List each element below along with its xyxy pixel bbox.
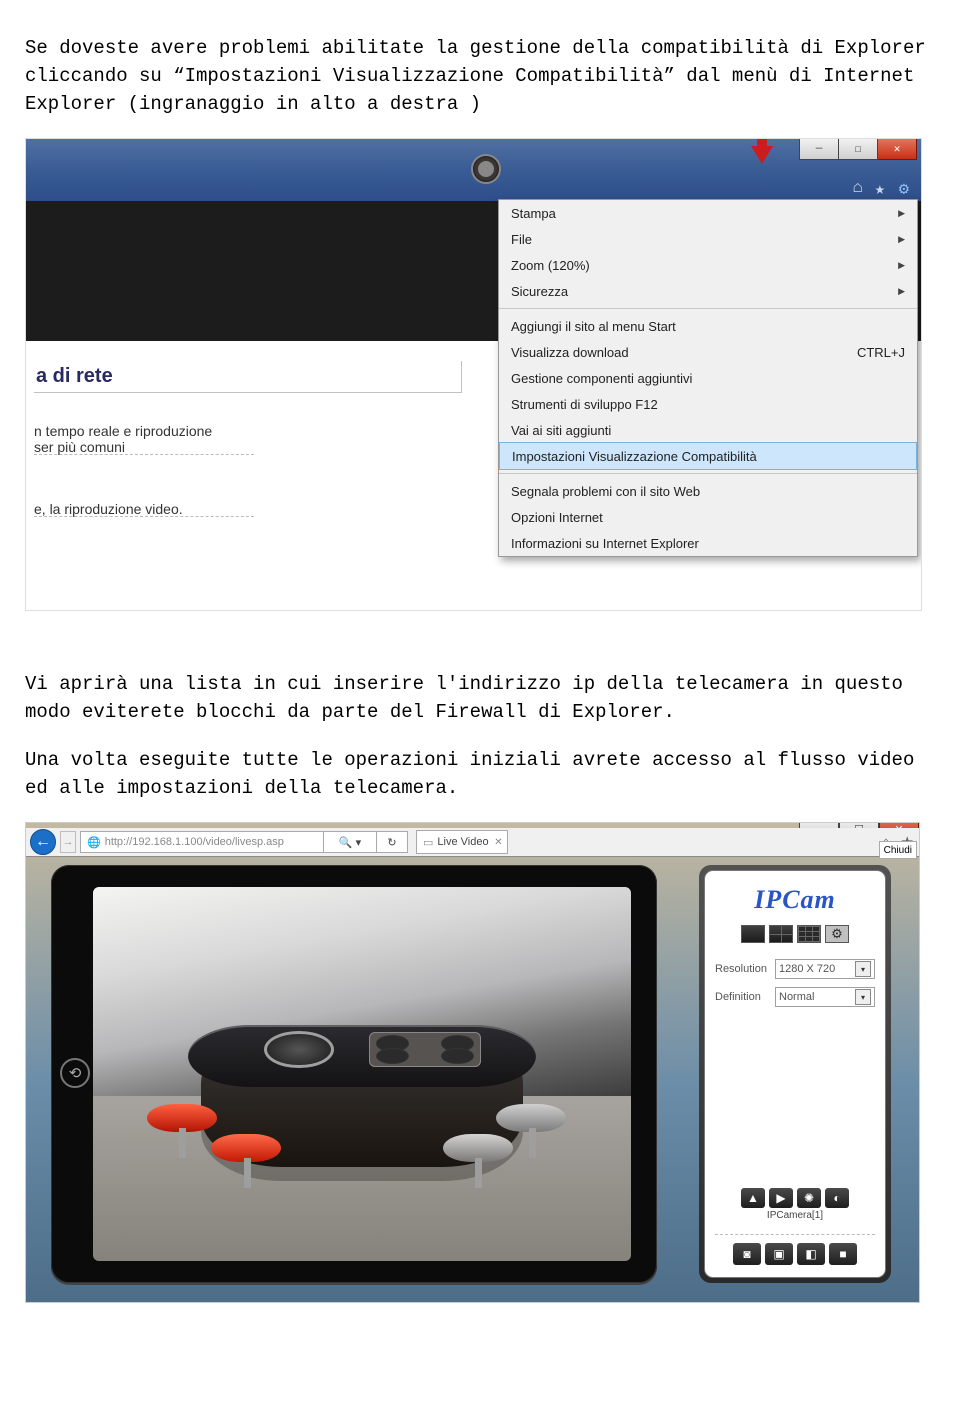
- page-heading: a di rete: [34, 361, 462, 393]
- ie-forward-button[interactable]: →: [60, 831, 76, 853]
- chevron-down-icon: ▾: [855, 989, 871, 1005]
- tab-close-icon[interactable]: ✕: [494, 837, 502, 848]
- island-countertop: [188, 1025, 537, 1087]
- taskbar-gear-icon: [471, 154, 501, 184]
- ie-search-button[interactable]: 🔍 ▾: [324, 831, 377, 853]
- tab-title: Live Video: [437, 836, 488, 848]
- ptz-up-button[interactable]: ▲: [741, 1188, 765, 1208]
- ie-toolbar: ← → 🌐 http://192.168.1.100/video/livesp.…: [26, 828, 919, 857]
- paragraph-3: Una volta eseguite tutte le operazioni i…: [25, 746, 935, 802]
- menu-item-visualizza-download[interactable]: Visualizza downloadCTRL+J: [499, 339, 917, 365]
- ptz-play-button[interactable]: ▶: [769, 1188, 793, 1208]
- menu-item-sicurezza[interactable]: Sicurezza▶: [499, 278, 917, 304]
- menu-item-strumenti-f12[interactable]: Strumenti di sviluppo F12: [499, 391, 917, 417]
- resolution-label: Resolution: [715, 963, 775, 975]
- menu-item-aggiungi-start[interactable]: Aggiungi il sito al menu Start: [499, 313, 917, 339]
- screenshot-ie-menu: — ☐ ✕ ⌂ ★ ⚙ a di rete n tempo reale e ri…: [25, 138, 922, 611]
- menu-item-file[interactable]: File▶: [499, 226, 917, 252]
- page-text-2: ser più comuni: [34, 439, 489, 455]
- ie-page-content: a di rete n tempo reale e riproduzione s…: [26, 341, 497, 611]
- menu-item-segnala-problemi[interactable]: Segnala problemi con il sito Web: [499, 478, 917, 504]
- page-text-1: n tempo reale e riproduzione: [34, 423, 489, 439]
- menu-item-opzioni-internet[interactable]: Opzioni Internet: [499, 504, 917, 530]
- menu-item-zoom[interactable]: Zoom (120%)▶: [499, 252, 917, 278]
- capture-button[interactable]: ◧: [797, 1243, 825, 1265]
- ie-tools-gear-icon[interactable]: ⚙: [899, 179, 909, 200]
- record-button[interactable]: ■: [829, 1243, 857, 1265]
- view-single-button[interactable]: [741, 925, 765, 943]
- ptz-brightness-button[interactable]: ✺: [797, 1188, 821, 1208]
- ie-tab-live-video[interactable]: ▭ Live Video ✕: [416, 830, 508, 854]
- window-buttons: — ☐ ✕: [799, 139, 917, 160]
- fullscreen-button[interactable]: ▣: [765, 1243, 793, 1265]
- red-arrow-icon: [751, 146, 773, 164]
- view-nine-button[interactable]: [797, 925, 821, 943]
- view-layout-buttons: ⚙: [715, 925, 875, 943]
- maximize-button[interactable]: ☐: [839, 139, 878, 160]
- ie-tools-menu: Stampa▶ File▶ Zoom (120%)▶ Sicurezza▶ Ag…: [498, 199, 918, 557]
- ptz-contrast-button[interactable]: ◐: [825, 1188, 849, 1208]
- paragraph-2: Vi aprirà una lista in cui inserire l'in…: [25, 670, 935, 726]
- sink: [264, 1031, 334, 1068]
- stool-red: [211, 1134, 281, 1186]
- tab-page-icon: ▭: [423, 836, 433, 849]
- ie-close-tooltip: Chiudi: [879, 841, 917, 859]
- resolution-field: Resolution 1280 X 720▾: [715, 959, 875, 979]
- snapshot-button[interactable]: ◙: [733, 1243, 761, 1265]
- tablet-home-button[interactable]: ⟲: [60, 1058, 90, 1088]
- ipcam-panel: IPCam ⚙ Resolution 1280 X 720▾ Definitio…: [699, 865, 891, 1283]
- panel-divider: [715, 1233, 875, 1235]
- screenshot-ipcam: — ☐ ✕ ← → 🌐 http://192.168.1.100/video/l…: [25, 822, 920, 1303]
- menu-item-stampa[interactable]: Stampa▶: [499, 200, 917, 226]
- address-url: http://192.168.1.100/video/livesp.asp: [105, 836, 284, 848]
- menu-item-compat-view-highlighted[interactable]: Impostazioni Visualizzazione Compatibili…: [499, 442, 917, 470]
- chevron-down-icon: ▾: [855, 961, 871, 977]
- definition-label: Definition: [715, 991, 775, 1003]
- menu-separator: [499, 473, 917, 474]
- close-button[interactable]: ✕: [878, 139, 917, 160]
- ie-favorites-icon[interactable]: ★: [875, 179, 885, 200]
- definition-field: Definition Normal▾: [715, 987, 875, 1007]
- ie-home-icon[interactable]: ⌂: [853, 179, 863, 198]
- live-video-feed[interactable]: [93, 887, 631, 1261]
- menu-separator: [499, 308, 917, 309]
- minimize-button[interactable]: —: [799, 139, 839, 160]
- ie-refresh-button[interactable]: ↻: [377, 831, 408, 853]
- menu-item-siti-aggiunti[interactable]: Vai ai siti aggiunti: [499, 417, 917, 443]
- resolution-select[interactable]: 1280 X 720▾: [775, 959, 875, 979]
- ipcam-title: IPCam: [715, 885, 875, 915]
- stool-red: [147, 1104, 217, 1156]
- page-text-3: e, la riproduzione video.: [34, 501, 489, 517]
- stool-grey: [443, 1134, 513, 1186]
- tablet-frame: ⟲: [51, 865, 657, 1283]
- camera-label: IPCamera[1]: [715, 1210, 875, 1221]
- cooktop: [369, 1032, 481, 1067]
- ie-address-bar[interactable]: 🌐 http://192.168.1.100/video/livesp.asp: [80, 831, 324, 853]
- ptz-button-row: ▲ ▶ ✺ ◐: [715, 1188, 875, 1208]
- action-button-row: ◙ ▣ ◧ ■: [715, 1243, 875, 1265]
- menu-item-informazioni-ie[interactable]: Informazioni su Internet Explorer: [499, 530, 917, 556]
- paragraph-1: Se doveste avere problemi abilitate la g…: [25, 34, 935, 118]
- view-settings-button[interactable]: ⚙: [825, 925, 849, 943]
- menu-item-gestione-componenti[interactable]: Gestione componenti aggiuntivi: [499, 365, 917, 391]
- view-quad-button[interactable]: [769, 925, 793, 943]
- ie-back-button[interactable]: ←: [30, 829, 56, 855]
- definition-select[interactable]: Normal▾: [775, 987, 875, 1007]
- globe-icon: 🌐: [87, 836, 101, 849]
